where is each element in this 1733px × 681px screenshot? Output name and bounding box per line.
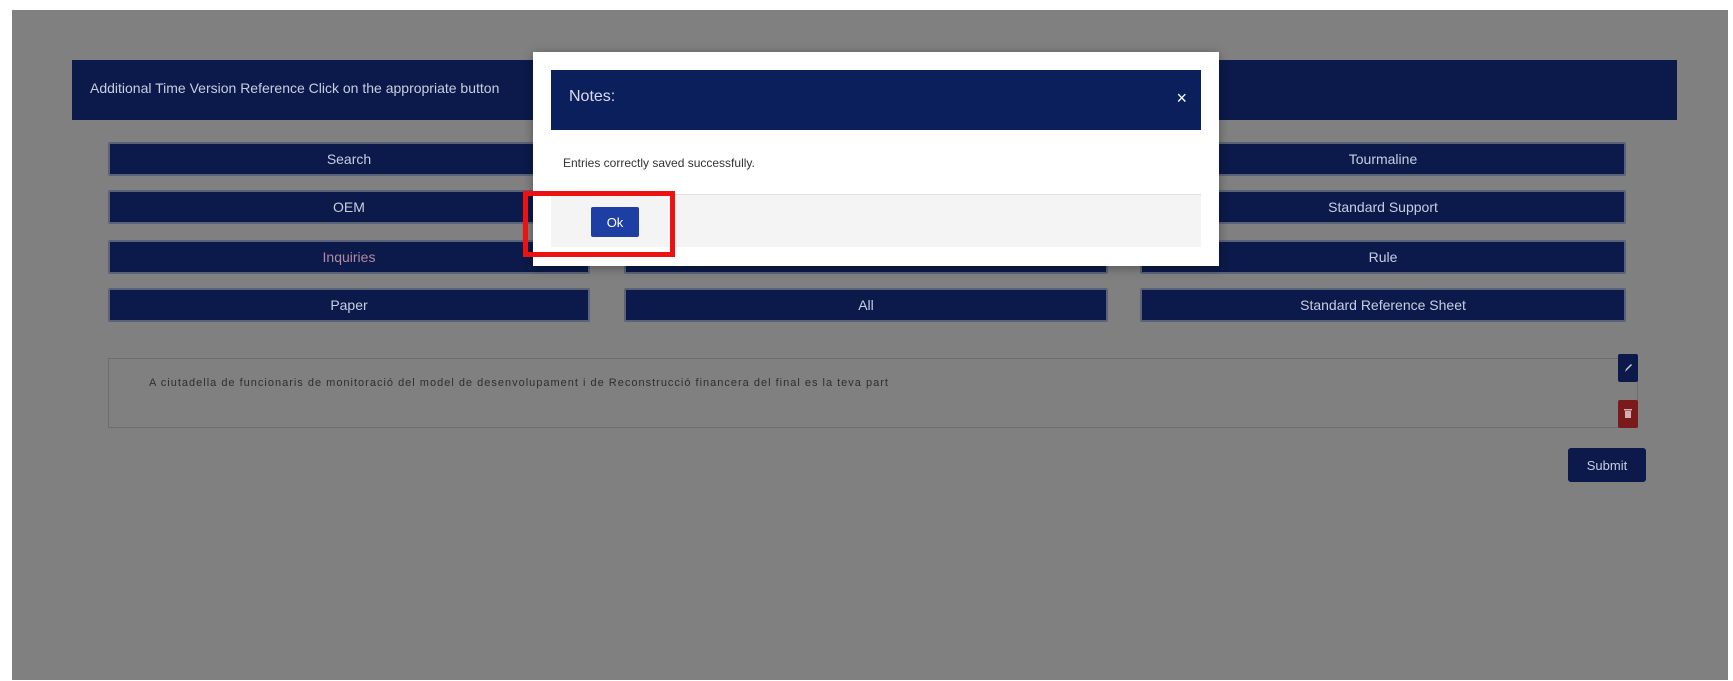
standard-reference-sheet-button[interactable]: Standard Reference Sheet [1140, 288, 1626, 322]
oem-button[interactable]: OEM [108, 190, 590, 224]
modal-header: Notes: × [551, 70, 1201, 130]
all-button[interactable]: All [624, 288, 1108, 322]
highlight-box [523, 191, 675, 257]
inquiries-button[interactable]: Inquiries [108, 240, 590, 274]
edit-icon[interactable] [1618, 354, 1638, 382]
modal-title: Notes: [569, 88, 616, 105]
paper-button[interactable]: Paper [108, 288, 590, 322]
banner-text: Additional Time Version Reference Click … [90, 80, 500, 96]
description-text: A ciutadella de funcionaris de monitorac… [149, 377, 889, 389]
submit-button[interactable]: Submit [1568, 448, 1646, 482]
search-button[interactable]: Search [108, 142, 590, 176]
description-row: A ciutadella de funcionaris de monitorac… [108, 358, 1638, 428]
delete-icon[interactable] [1618, 400, 1638, 428]
close-icon[interactable]: × [1176, 88, 1187, 109]
modal-message: Entries correctly saved successfully. [563, 156, 755, 170]
